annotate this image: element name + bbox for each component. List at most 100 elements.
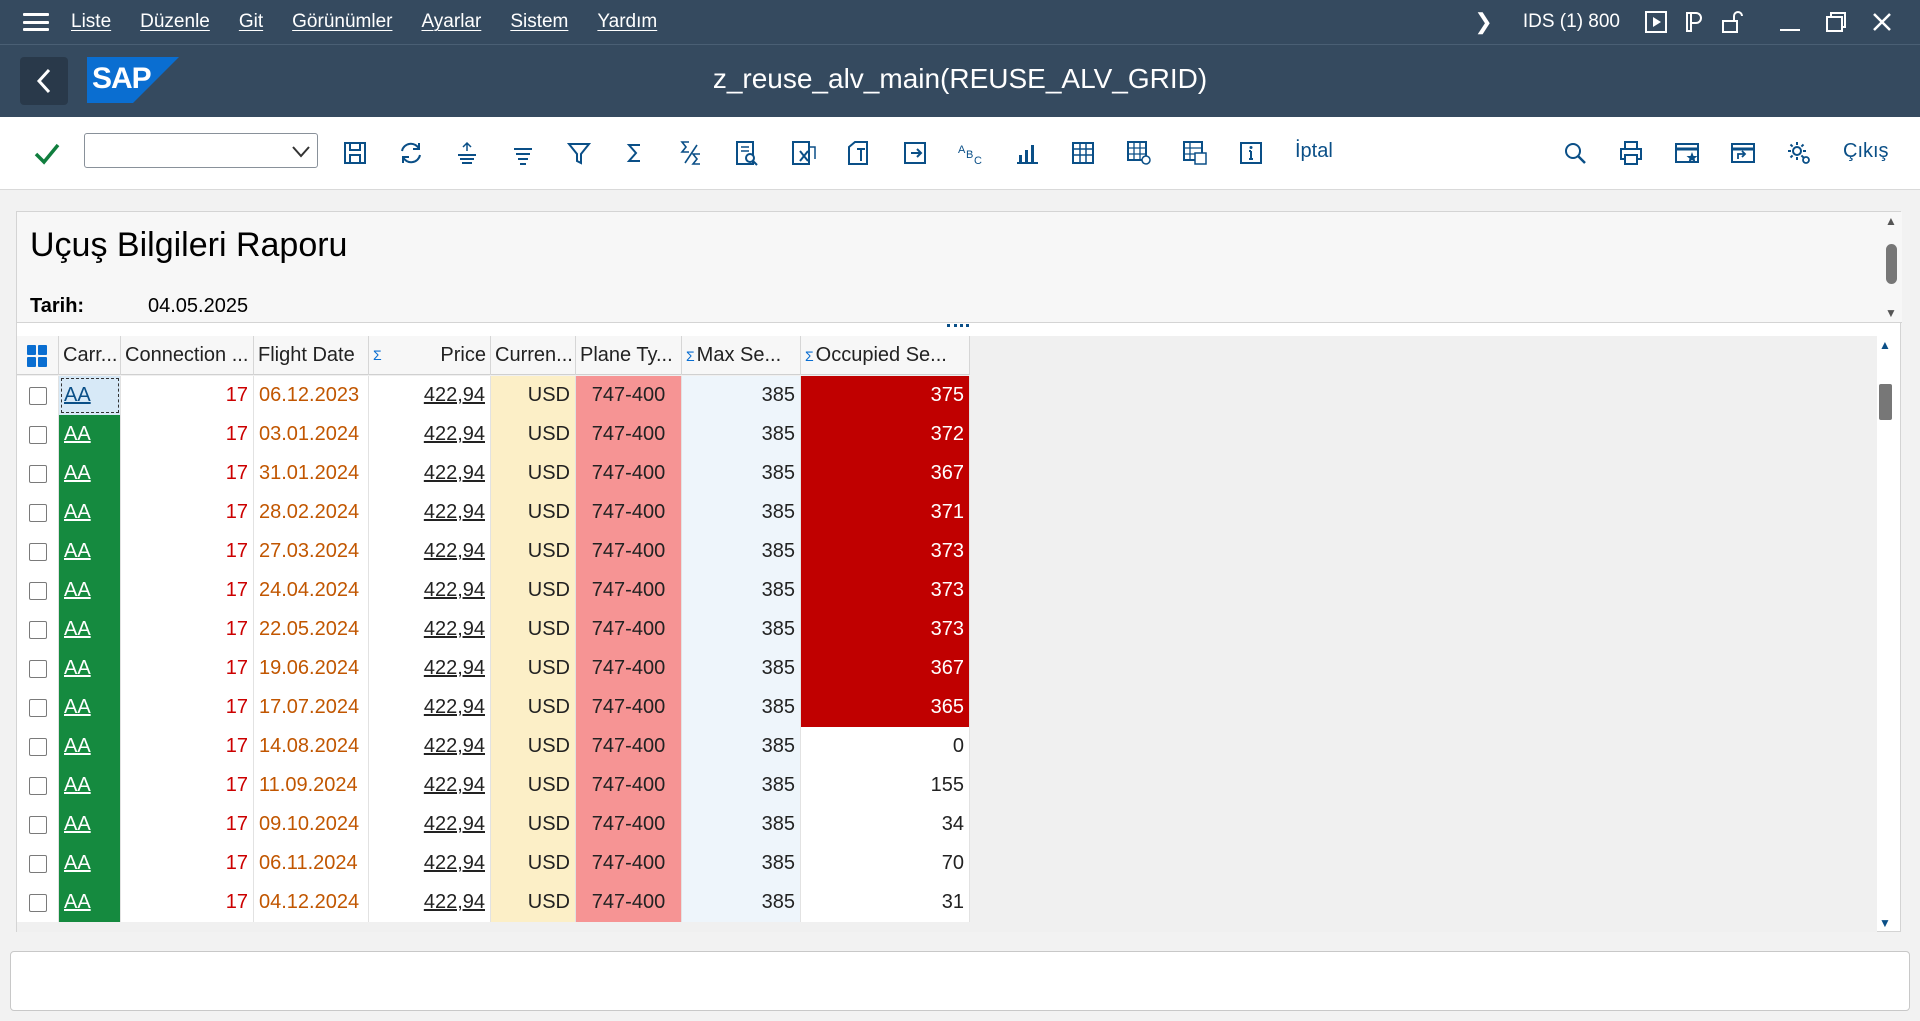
maximize-icon[interactable] — [1824, 10, 1848, 34]
carrier-cell[interactable]: AA — [59, 844, 121, 883]
price-link[interactable]: 422,94 — [424, 618, 485, 640]
carrier-cell[interactable]: AA — [59, 415, 121, 454]
price-link[interactable]: 422,94 — [424, 657, 485, 679]
price-link[interactable]: 422,94 — [424, 852, 485, 874]
row-select-cell[interactable] — [17, 493, 59, 532]
table-row[interactable]: AA 17 17.07.2024 422,94 USD 747-400 385 365 — [17, 688, 970, 727]
price-link[interactable]: 422,94 — [424, 501, 485, 523]
subtotal-icon[interactable] — [677, 139, 705, 167]
print-icon[interactable] — [1617, 139, 1645, 167]
row-select-cell[interactable] — [17, 805, 59, 844]
row-select-cell[interactable] — [17, 649, 59, 688]
sort-ascending-icon[interactable] — [453, 139, 481, 167]
row-select-cell[interactable] — [17, 844, 59, 883]
carrier-cell[interactable]: AA — [59, 649, 121, 688]
row-select-cell[interactable] — [17, 532, 59, 571]
scroll-up-icon[interactable]: ▲ — [1885, 214, 1897, 228]
carrier-link[interactable]: AA — [64, 501, 91, 523]
minimize-icon[interactable] — [1778, 10, 1802, 34]
table-row[interactable]: AA 17 06.11.2024 422,94 USD 747-400 385 70 — [17, 844, 970, 883]
parameter-icon[interactable] — [1682, 10, 1706, 34]
print-preview-icon[interactable] — [733, 139, 761, 167]
row-checkbox[interactable] — [28, 893, 47, 912]
table-row[interactable]: AA 17 28.02.2024 422,94 USD 747-400 385 371 — [17, 493, 970, 532]
carrier-link[interactable]: AA — [64, 618, 91, 640]
select-all-button[interactable] — [17, 336, 59, 375]
search-icon[interactable] — [1561, 139, 1589, 167]
row-select-cell[interactable] — [17, 376, 59, 415]
table-row[interactable]: AA 17 04.12.2024 422,94 USD 747-400 385 31 — [17, 883, 970, 922]
price-cell[interactable]: 422,94 — [369, 493, 491, 532]
row-select-cell[interactable] — [17, 688, 59, 727]
exit-button[interactable]: Çıkış — [1843, 140, 1889, 163]
lock-open-icon[interactable] — [1720, 10, 1744, 34]
price-cell[interactable]: 422,94 — [369, 532, 491, 571]
table-row[interactable]: AA 17 22.05.2024 422,94 USD 747-400 385 373 — [17, 610, 970, 649]
price-link[interactable]: 422,94 — [424, 540, 485, 562]
carrier-cell[interactable]: AA — [59, 376, 121, 415]
splitter-handle[interactable] — [947, 324, 969, 327]
scroll-down-icon[interactable]: ▼ — [1879, 916, 1891, 930]
price-cell[interactable]: 422,94 — [369, 805, 491, 844]
new-window-icon[interactable] — [1729, 139, 1757, 167]
scroll-down-icon[interactable]: ▼ — [1885, 306, 1897, 320]
carrier-link[interactable]: AA — [64, 579, 91, 601]
menu-gorunumler[interactable]: Görünümler — [292, 11, 392, 33]
row-checkbox[interactable] — [28, 698, 47, 717]
sort-descending-icon[interactable] — [509, 139, 537, 167]
row-checkbox[interactable] — [28, 737, 47, 756]
carrier-link[interactable]: AA — [64, 891, 91, 913]
column-header-price[interactable]: Σ Price — [369, 336, 491, 375]
row-select-cell[interactable] — [17, 454, 59, 493]
row-checkbox[interactable] — [28, 542, 47, 561]
row-checkbox[interactable] — [28, 386, 47, 405]
carrier-cell[interactable]: AA — [59, 883, 121, 922]
row-checkbox[interactable] — [28, 425, 47, 444]
price-link[interactable]: 422,94 — [424, 423, 485, 445]
menu-yardim[interactable]: Yardım — [597, 11, 657, 33]
price-cell[interactable]: 422,94 — [369, 766, 491, 805]
carrier-cell[interactable]: AA — [59, 454, 121, 493]
carrier-link[interactable]: AA — [64, 696, 91, 718]
column-header-occupied-seats[interactable]: Σ Occupied Se... — [801, 336, 970, 375]
row-select-cell[interactable] — [17, 610, 59, 649]
menu-git[interactable]: Git — [239, 11, 263, 33]
price-cell[interactable]: 422,94 — [369, 571, 491, 610]
carrier-link[interactable]: AA — [64, 657, 91, 679]
row-select-cell[interactable] — [17, 883, 59, 922]
save-icon[interactable] — [341, 139, 369, 167]
column-header-plane-type[interactable]: Plane Ty... — [576, 336, 682, 375]
row-checkbox[interactable] — [28, 464, 47, 483]
choose-layout-icon[interactable] — [1125, 139, 1153, 167]
row-checkbox[interactable] — [28, 815, 47, 834]
table-row[interactable]: AA 17 27.03.2024 422,94 USD 747-400 385 373 — [17, 532, 970, 571]
chart-icon[interactable] — [1013, 139, 1041, 167]
create-session-icon[interactable] — [1673, 139, 1701, 167]
export-word-icon[interactable] — [845, 139, 873, 167]
row-select-cell[interactable] — [17, 727, 59, 766]
scrollbar-thumb[interactable] — [1879, 384, 1892, 420]
carrier-link[interactable]: AA — [64, 774, 91, 796]
price-cell[interactable]: 422,94 — [369, 415, 491, 454]
row-checkbox[interactable] — [28, 854, 47, 873]
table-row[interactable]: AA 17 11.09.2024 422,94 USD 747-400 385 155 — [17, 766, 970, 805]
menu-duzenle[interactable]: Düzenle — [140, 11, 210, 33]
price-link[interactable]: 422,94 — [424, 579, 485, 601]
carrier-link[interactable]: AA — [64, 423, 91, 445]
chevron-down-icon[interactable] — [291, 145, 311, 159]
abc-analysis-icon[interactable]: ABC — [957, 139, 985, 167]
carrier-link[interactable]: AA — [64, 735, 91, 757]
row-checkbox[interactable] — [28, 503, 47, 522]
row-checkbox[interactable] — [28, 659, 47, 678]
carrier-link[interactable]: AA — [64, 384, 91, 406]
sum-icon[interactable] — [621, 139, 649, 167]
carrier-cell[interactable]: AA — [59, 805, 121, 844]
carrier-cell[interactable]: AA — [59, 532, 121, 571]
carrier-link[interactable]: AA — [64, 462, 91, 484]
carrier-cell[interactable]: AA — [59, 688, 121, 727]
row-checkbox[interactable] — [28, 581, 47, 600]
menu-icon[interactable] — [23, 13, 49, 31]
cancel-button[interactable]: İptal — [1295, 140, 1333, 163]
price-cell[interactable]: 422,94 — [369, 454, 491, 493]
row-select-cell[interactable] — [17, 415, 59, 454]
